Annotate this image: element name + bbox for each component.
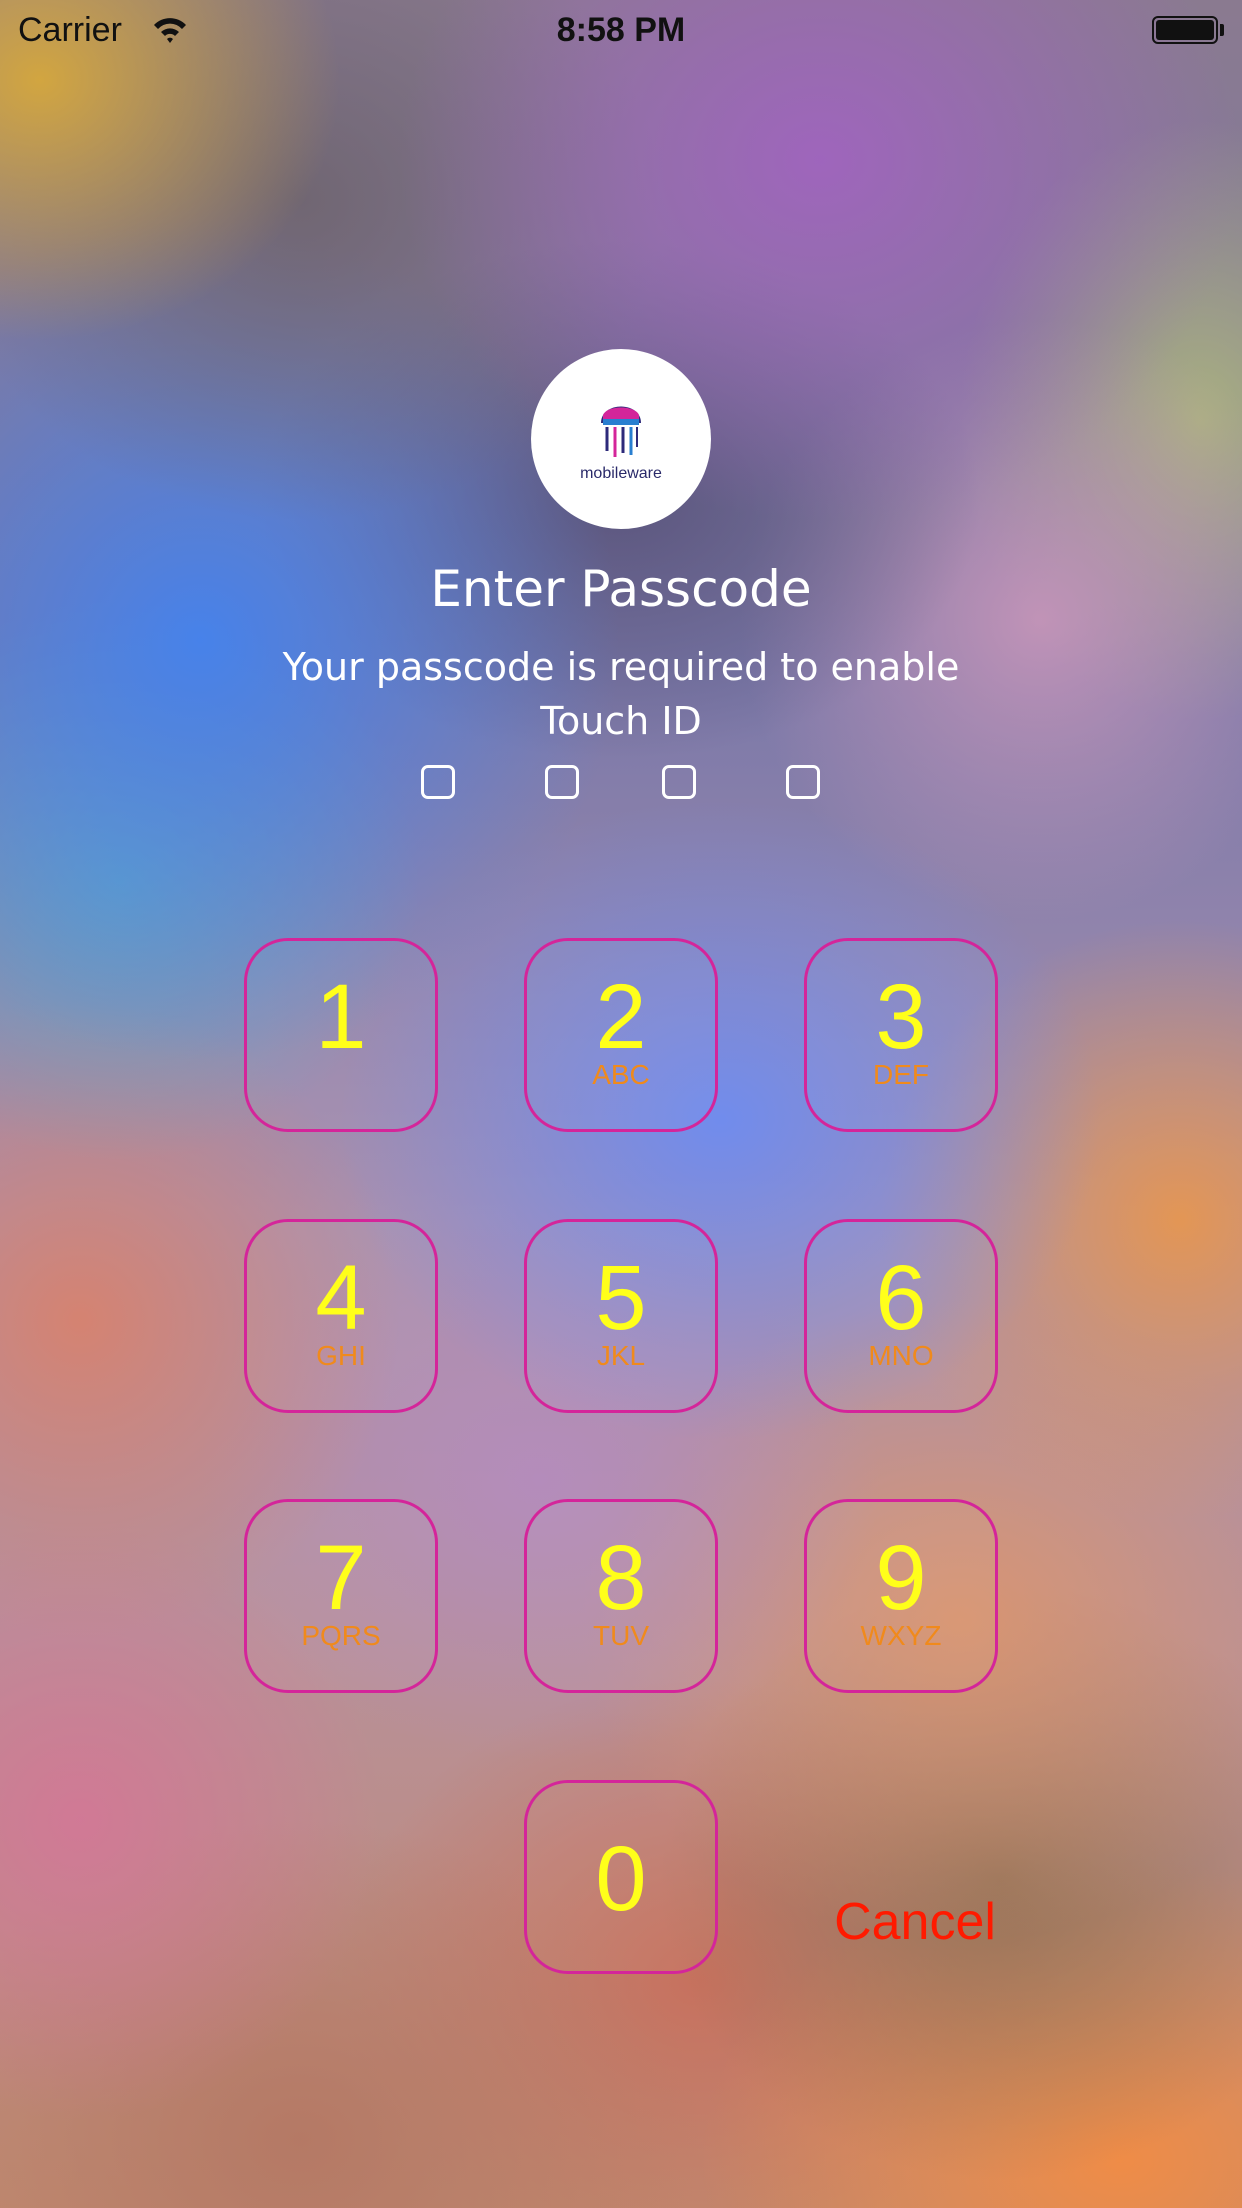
key-letters: DEF	[873, 1059, 929, 1090]
passcode-screen: Carrier 8:58 PM mobileware Enter Passcod…	[0, 0, 1242, 2208]
key-digit: 1	[315, 966, 367, 1068]
key-6[interactable]: 6 MNO	[804, 1219, 998, 1413]
clock: 8:58 PM	[556, 11, 686, 49]
key-8[interactable]: 8 TUV	[524, 1499, 718, 1693]
battery-level	[1156, 20, 1214, 40]
subtitle: Your passcode is required to enable Touc…	[282, 645, 960, 743]
key-letters: GHI	[316, 1340, 366, 1371]
passcode-dot	[545, 765, 579, 799]
page-title: Enter Passcode	[430, 560, 812, 618]
passcode-indicators	[0, 765, 1242, 801]
key-digit: 2	[595, 966, 647, 1068]
passcode-dot	[662, 765, 696, 799]
key-digit: 5	[595, 1247, 647, 1349]
key-5[interactable]: 5 JKL	[524, 1219, 718, 1413]
key-letters: WXYZ	[860, 1620, 942, 1651]
key-digit: 4	[315, 1247, 367, 1349]
passcode-dot	[786, 765, 820, 799]
key-letters: MNO	[868, 1340, 934, 1371]
key-4[interactable]: 4 GHI	[244, 1219, 438, 1413]
key-digit: 9	[875, 1527, 927, 1629]
passcode-dot	[421, 765, 455, 799]
jellyfish-icon	[601, 406, 641, 457]
key-digit: 8	[595, 1527, 647, 1629]
key-1[interactable]: 1	[244, 938, 438, 1132]
cancel-button[interactable]: Cancel	[800, 1892, 1030, 1952]
key-letters: TUV	[593, 1620, 649, 1651]
key-9[interactable]: 9 WXYZ	[804, 1499, 998, 1693]
key-digit: 7	[315, 1527, 367, 1629]
key-0[interactable]: 0	[524, 1780, 718, 1974]
key-3[interactable]: 3 DEF	[804, 938, 998, 1132]
battery-icon	[1152, 16, 1218, 44]
logo-wordmark: mobileware	[580, 465, 662, 482]
key-letters: ABC	[592, 1059, 650, 1090]
key-2[interactable]: 2 ABC	[524, 938, 718, 1132]
key-7[interactable]: 7 PQRS	[244, 1499, 438, 1693]
status-bar: Carrier 8:58 PM	[0, 0, 1242, 60]
key-digit: 0	[595, 1828, 647, 1930]
key-letters: PQRS	[301, 1620, 381, 1651]
key-digit: 6	[875, 1247, 927, 1349]
key-digit: 3	[875, 966, 927, 1068]
app-logo: mobileware	[531, 349, 711, 529]
key-letters: JKL	[596, 1340, 646, 1371]
battery-tip	[1220, 24, 1224, 36]
